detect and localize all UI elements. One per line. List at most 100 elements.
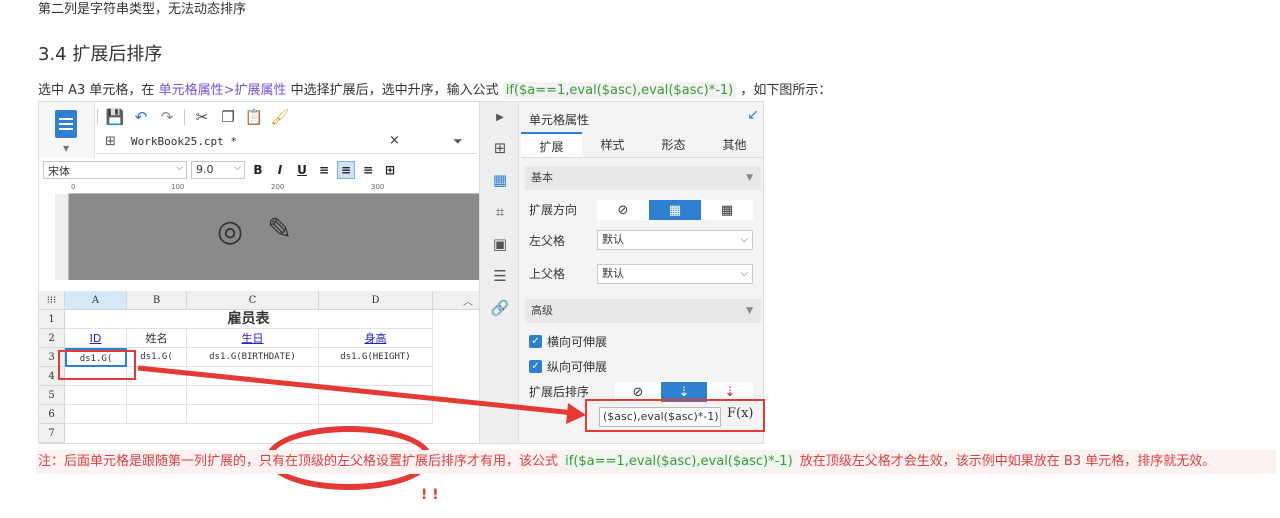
horizontal-ruler: 0 100 200 300 xyxy=(69,183,479,194)
basic-section-header[interactable]: 基本 ▼ xyxy=(525,166,761,190)
align-left-button[interactable]: ≡ xyxy=(315,161,333,179)
top-line-text: 第二列是字符串类型，无法动态排序 xyxy=(38,2,247,17)
tab-other[interactable]: 其他 xyxy=(704,132,763,157)
toolbar-divider xyxy=(184,109,185,125)
note-banner: 注：后面单元格是跟随第一列扩展的，只有在顶级的左父格设置扩展后排序才有用，该公式… xyxy=(36,450,1276,474)
vertical-ruler xyxy=(55,194,69,280)
intro-text-c: ，如下图所示： xyxy=(736,83,832,98)
row-header[interactable]: 1 xyxy=(39,310,65,329)
font-size-value: 9.0 xyxy=(196,163,214,176)
empty-cell[interactable] xyxy=(127,405,187,424)
horizontal-expand-icon[interactable]: ▦ xyxy=(701,200,753,220)
close-icon[interactable]: × xyxy=(389,133,400,148)
align-right-button[interactable]: ≡ xyxy=(359,161,377,179)
top-parent-value: 默认 xyxy=(602,267,624,280)
edit-pencil-icon[interactable]: ✎ xyxy=(267,212,292,247)
header-band-area[interactable]: ◎ ✎ xyxy=(69,194,479,280)
column-header-d[interactable]: D xyxy=(319,291,433,310)
top-parent-label: 上父格 xyxy=(529,267,566,281)
row-header[interactable]: 6 xyxy=(39,405,65,424)
collapse-icon[interactable]: ↙ xyxy=(747,107,759,123)
property-side-strip: ▶ ⊞ ▦ ⌗ ▣ ☰ 🔗 xyxy=(479,102,519,443)
row-header[interactable]: 5 xyxy=(39,386,65,405)
font-family-select[interactable]: 宋体 ⌵ xyxy=(43,161,187,179)
left-parent-value: 默认 xyxy=(602,233,624,246)
empty-cell[interactable] xyxy=(127,367,187,386)
empty-cell[interactable] xyxy=(187,367,319,386)
template-menu[interactable]: ▼ xyxy=(39,102,95,158)
scroll-up-icon[interactable]: ︿ xyxy=(463,293,473,308)
font-size-select[interactable]: 9.0 ⌵ xyxy=(191,161,245,179)
vertical-expand-icon[interactable]: ▦ xyxy=(649,200,701,220)
top-parent-select[interactable]: 默认 ⌵ xyxy=(597,264,753,284)
column-header-b[interactable]: B xyxy=(127,291,187,310)
header-cell-birthday[interactable]: 生日 xyxy=(187,329,319,348)
header-cell-name[interactable]: 姓名 xyxy=(127,329,187,348)
panel-tabs: 扩展 样式 形态 其他 xyxy=(521,132,763,158)
intro-link[interactable]: 单元格属性>扩展属性 xyxy=(159,83,287,98)
font-family-value: 宋体 xyxy=(48,165,70,178)
grid-icon[interactable]: ⊞ xyxy=(105,134,116,149)
empty-cell[interactable] xyxy=(319,405,433,424)
cut-icon[interactable]: ✂ xyxy=(193,108,211,126)
empty-cell[interactable] xyxy=(187,405,319,424)
undo-icon[interactable]: ↶ xyxy=(132,108,150,126)
chevron-down-icon: ▼ xyxy=(746,306,753,316)
bold-button[interactable]: B xyxy=(249,161,267,179)
tab-style[interactable]: 样式 xyxy=(582,132,643,157)
border-button[interactable]: ⊞ xyxy=(381,161,399,179)
table-title-cell[interactable]: 雇员表 xyxy=(65,310,433,329)
advanced-section-header[interactable]: 高级 ▼ xyxy=(525,299,761,323)
template-tab[interactable]: WorkBook25.cpt * xyxy=(131,135,237,148)
ruler-mark: 200 xyxy=(271,183,285,191)
hidden-eye-icon[interactable]: ◎ xyxy=(217,214,243,249)
tab-form[interactable]: 形态 xyxy=(643,132,704,157)
exclamation-marks: ! ! xyxy=(421,487,439,503)
column-header-a[interactable]: A xyxy=(65,291,127,310)
italic-button[interactable]: I xyxy=(271,161,289,179)
header-band: ◎ ✎ xyxy=(69,194,479,280)
header-cell-id[interactable]: ID xyxy=(65,329,127,348)
column-header-c[interactable]: C xyxy=(187,291,319,310)
header-cell-height[interactable]: 身高 xyxy=(319,329,433,348)
widget-icon[interactable]: ▣ xyxy=(490,234,510,254)
redo-icon[interactable]: ↷ xyxy=(158,108,176,126)
crop-icon[interactable]: ⌗ xyxy=(490,202,510,222)
format-brush-icon[interactable]: 🖌 xyxy=(270,108,289,126)
align-center-button[interactable]: ≡ xyxy=(337,161,355,179)
empty-cell[interactable] xyxy=(187,386,319,405)
highlight-formula-box xyxy=(585,399,765,432)
link-icon[interactable]: 🔗 xyxy=(490,298,510,318)
cell-properties-panel: 单元格属性 ↙ 扩展 样式 形态 其他 基本 ▼ 扩展方向 ⊘ ▦ ▦ 左父格 默… xyxy=(521,102,763,443)
cell-element-icon[interactable]: ⊞ xyxy=(490,138,510,158)
corner-cell[interactable]: ⁝⁝⁝ xyxy=(39,291,65,310)
cell-attribute-icon[interactable]: ▦ xyxy=(490,170,510,190)
horizontal-stretch-checkbox[interactable]: ✓ 横向可伸展 xyxy=(529,333,607,350)
no-expand-icon[interactable]: ⊘ xyxy=(597,200,649,220)
empty-cell[interactable] xyxy=(319,386,433,405)
tab-expand[interactable]: 扩展 xyxy=(521,132,582,157)
empty-cell[interactable] xyxy=(65,386,127,405)
row-header[interactable]: 7 xyxy=(39,424,65,443)
left-parent-select[interactable]: 默认 ⌵ xyxy=(597,230,753,250)
paste-icon[interactable]: 📋 xyxy=(245,108,264,126)
cell-b3[interactable]: ds1.G( xyxy=(127,348,187,367)
save-icon[interactable]: 💾 xyxy=(106,108,125,126)
cell-d3[interactable]: ds1.G(HEIGHT) xyxy=(319,348,433,367)
copy-icon[interactable]: ❐ xyxy=(219,108,237,126)
row-header[interactable]: 2 xyxy=(39,329,65,348)
panel-title: 单元格属性 xyxy=(529,113,590,127)
expand-arrow-icon[interactable]: ▶ xyxy=(490,108,510,128)
underline-button[interactable]: U xyxy=(293,161,311,179)
empty-cell[interactable] xyxy=(65,405,127,424)
empty-cell[interactable] xyxy=(127,386,187,405)
note-text-a: 注：后面单元格是跟随第一列扩展的，只有在顶级的左父格设置扩展后排序才有用，该公式 xyxy=(38,454,563,469)
expand-direction-label: 扩展方向 xyxy=(529,203,578,217)
left-parent-label: 左父格 xyxy=(529,234,566,248)
vertical-stretch-checkbox[interactable]: ✓ 纵向可伸展 xyxy=(529,358,607,375)
main-toolbar: 💾 ↶ ↷ ✂ ❐ 📋 🖌 xyxy=(97,106,290,128)
empty-cell[interactable] xyxy=(319,367,433,386)
tab-menu-icon[interactable]: ⏷ xyxy=(453,134,463,149)
cell-c3[interactable]: ds1.G(BIRTHDATE) xyxy=(187,348,319,367)
condition-icon[interactable]: ☰ xyxy=(490,266,510,286)
